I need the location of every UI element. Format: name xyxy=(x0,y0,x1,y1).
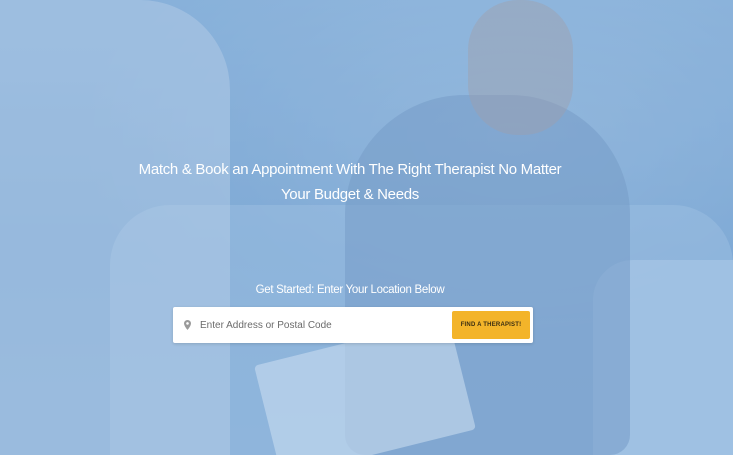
find-therapist-button[interactable]: FIND A THERAPIST! xyxy=(452,311,530,339)
map-pin-icon xyxy=(176,307,198,343)
hero-headline-line1: Match & Book an Appointment With The Rig… xyxy=(138,161,562,178)
hero-subheadline: Get Started: Enter Your Location Below xyxy=(255,284,445,296)
hero-headline: Match & Book an Appointment With The Rig… xyxy=(130,157,570,207)
location-search-bar: FIND A THERAPIST! xyxy=(173,307,533,343)
hero-headline-line2: Your Budget & Needs xyxy=(280,186,420,203)
hero-section: Match & Book an Appointment With The Rig… xyxy=(0,0,733,455)
blue-overlay xyxy=(0,0,733,455)
address-input[interactable] xyxy=(198,308,452,342)
